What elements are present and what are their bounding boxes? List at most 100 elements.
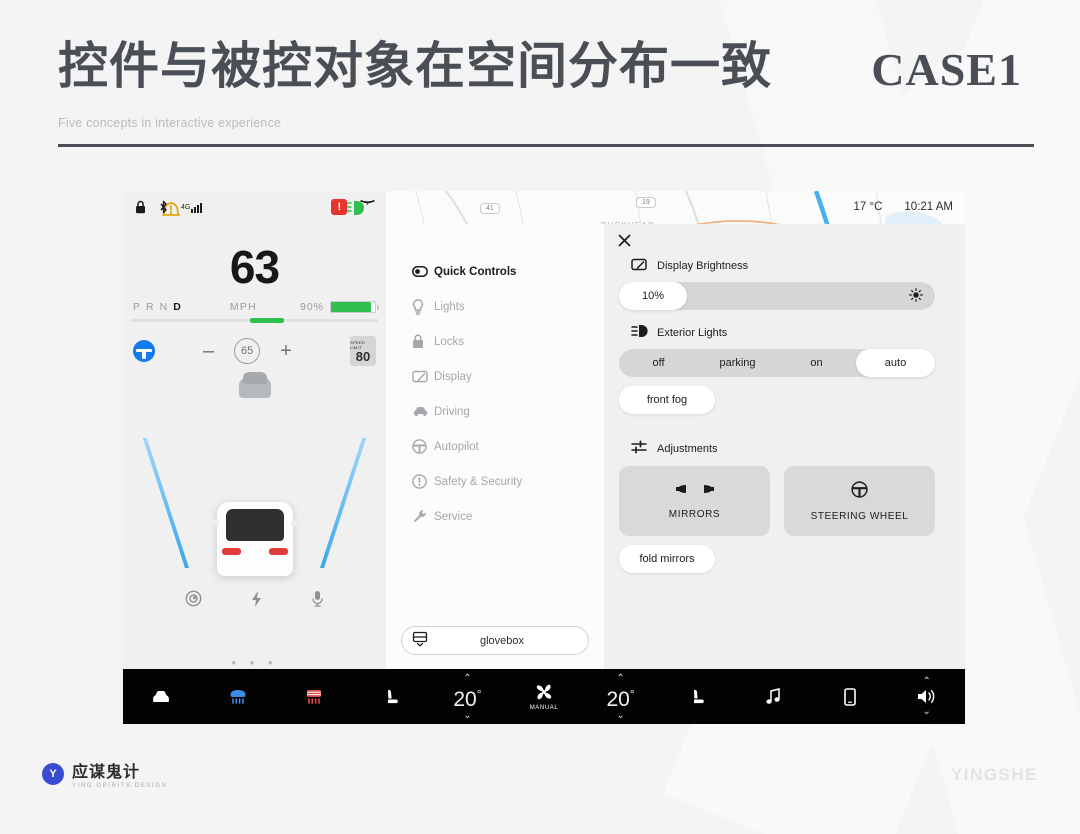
lead-vehicle-icon: [238, 372, 271, 398]
speed-unit: MPH: [229, 301, 257, 313]
speed-limit-sign: SPEED LIMIT 80: [350, 336, 376, 366]
headlight-icon: [631, 324, 657, 341]
chevron-down-icon[interactable]: ⌄: [616, 710, 624, 720]
controls-menu: Quick Controls Lights Locks Display Driv…: [386, 224, 604, 669]
brightness-slider[interactable]: 10%: [619, 282, 935, 310]
header-divider: [58, 143, 1034, 147]
passenger-seat-heater-icon[interactable]: [659, 688, 736, 706]
menu-item-display[interactable]: Display: [386, 359, 604, 394]
lights-option-parking[interactable]: parking: [698, 349, 777, 377]
page-watermark: YINGSHE: [950, 765, 1038, 784]
chevron-up-icon[interactable]: ⌃: [616, 673, 624, 683]
menu-item-label: Autopilot: [434, 440, 479, 453]
fan-control[interactable]: MANUAL: [506, 682, 583, 711]
chevron-up-icon[interactable]: ⌃: [923, 677, 931, 687]
signal-bars-icon: [191, 202, 203, 213]
lightning-charging-icon[interactable]: [250, 590, 263, 613]
menu-item-autopilot[interactable]: Autopilot: [386, 429, 604, 464]
speed-limit-value: 80: [355, 348, 371, 364]
volume-control[interactable]: ⌃ ⌄: [888, 677, 965, 717]
front-defrost-icon[interactable]: [200, 688, 277, 705]
page-header: 控件与被控对象在空间分布一致 CASE1 Five concepts in in…: [58, 38, 1034, 147]
rear-defrost-icon[interactable]: [276, 688, 353, 705]
chevron-down-icon[interactable]: ⌄: [923, 707, 931, 717]
menu-item-safety-security[interactable]: Safety & Security: [386, 464, 604, 499]
lightbulb-icon: [412, 298, 434, 315]
weather-temperature: 17 °C: [853, 201, 883, 213]
gear-r: R: [146, 301, 155, 313]
mirrors-label: MIRRORS: [668, 509, 721, 520]
gear-d: D: [173, 301, 182, 313]
menu-item-locks[interactable]: Locks: [386, 324, 604, 359]
mirrors-icon: [672, 482, 718, 500]
microphone-icon[interactable]: [311, 590, 324, 613]
exterior-lights-segmented-control[interactable]: off parking on auto: [619, 349, 935, 377]
menu-item-label: Lights: [434, 300, 465, 313]
passenger-temperature-control[interactable]: ⌃ 20° ⌄: [582, 673, 659, 720]
battery-percent: 90%: [299, 301, 324, 313]
navigation-icon[interactable]: [185, 590, 202, 613]
phone-icon[interactable]: [812, 687, 889, 706]
brand-logo: Y 应谋鬼计 YING OPIRITS DESIGN: [42, 758, 167, 789]
car-status-icon[interactable]: [123, 689, 200, 704]
driver-temperature-control[interactable]: ⌃ 20° ⌄: [429, 673, 506, 720]
page-dots[interactable]: • • •: [123, 655, 386, 669]
brightness-title: Display Brightness: [657, 260, 749, 272]
menu-item-label: Quick Controls: [434, 265, 517, 278]
lights-option-auto[interactable]: auto: [856, 349, 935, 377]
gear-n: N: [159, 301, 169, 313]
car-visualization: [123, 372, 386, 590]
status-bar: 4G ! 17 °C 10:21 AM: [123, 191, 965, 223]
menu-item-label: Driving: [434, 405, 470, 418]
quick-controls-content: Display Brightness 10% Exterior Lights o…: [604, 224, 965, 669]
menu-item-label: Display: [434, 370, 472, 383]
chevron-down-icon[interactable]: ⌄: [463, 710, 471, 720]
menu-item-lights[interactable]: Lights: [386, 289, 604, 324]
logo-name-en: YING OPIRITS DESIGN: [72, 783, 168, 789]
lock-icon[interactable]: [135, 200, 146, 214]
exterior-lights-title: Exterior Lights: [657, 326, 728, 339]
sliders-icon: [631, 440, 657, 457]
close-icon[interactable]: [618, 234, 631, 250]
brightness-value[interactable]: 10%: [619, 282, 687, 310]
car-icon: [412, 406, 434, 417]
steering-wheel-label: STEERING WHEEL: [810, 510, 909, 522]
climate-bottom-bar: ⌃ 20° ⌄ MANUAL ⌃ 20° ⌄ ⌃ ⌄: [123, 669, 965, 724]
cruise-increase-button[interactable]: +: [280, 340, 292, 363]
network-type-label: 4G: [181, 203, 191, 211]
speed-limit-label: SPEED LIMIT: [350, 339, 366, 350]
steering-wheel-card[interactable]: STEERING WHEEL: [784, 466, 935, 536]
fold-mirrors-button[interactable]: fold mirrors: [619, 545, 715, 573]
menu-item-quick-controls[interactable]: Quick Controls: [386, 254, 604, 289]
steering-wheel-icon: [851, 480, 868, 502]
menu-list: Quick Controls Lights Locks Display Driv…: [386, 224, 604, 534]
lights-option-off[interactable]: off: [619, 349, 698, 377]
tesla-logo-icon[interactable]: [359, 200, 376, 214]
quick-controls-icon: [412, 266, 434, 277]
autopilot-steering-icon[interactable]: [133, 340, 155, 362]
driver-seat-heater-icon[interactable]: [353, 688, 430, 706]
lights-option-on[interactable]: on: [777, 349, 856, 377]
brightness-section-header: Display Brightness: [631, 258, 935, 274]
front-fog-button[interactable]: front fog: [619, 386, 715, 414]
adjustment-cards: MIRRORS STEERING WHEEL: [619, 466, 935, 536]
alert-badge[interactable]: !: [331, 199, 348, 215]
media-icon[interactable]: [735, 688, 812, 705]
tesla-screen: 63 PRND MPH 90% – 65 + SPEED LIMIT 80 • …: [123, 191, 965, 724]
glovebox-button[interactable]: glovebox: [401, 626, 589, 655]
cruise-decrease-button[interactable]: –: [203, 340, 214, 363]
menu-item-service[interactable]: Service: [386, 499, 604, 534]
passenger-temperature-value: 20°: [606, 686, 635, 711]
adjustments-title: Adjustments: [657, 442, 718, 455]
controls-panel: Quick Controls Lights Locks Display Driv…: [386, 224, 965, 669]
chevron-up-icon[interactable]: ⌃: [463, 673, 471, 683]
gear-p: P: [133, 301, 142, 313]
cruise-speed-value[interactable]: 65: [234, 338, 261, 364]
driver-temperature-value: 20°: [453, 686, 482, 711]
fan-mode-label: MANUAL: [529, 705, 559, 711]
lane-line-left: [142, 438, 189, 568]
menu-item-driving[interactable]: Driving: [386, 394, 604, 429]
bluetooth-icon[interactable]: [159, 200, 168, 214]
logo-mark-icon: Y: [42, 762, 64, 785]
mirrors-card[interactable]: MIRRORS: [619, 466, 770, 536]
